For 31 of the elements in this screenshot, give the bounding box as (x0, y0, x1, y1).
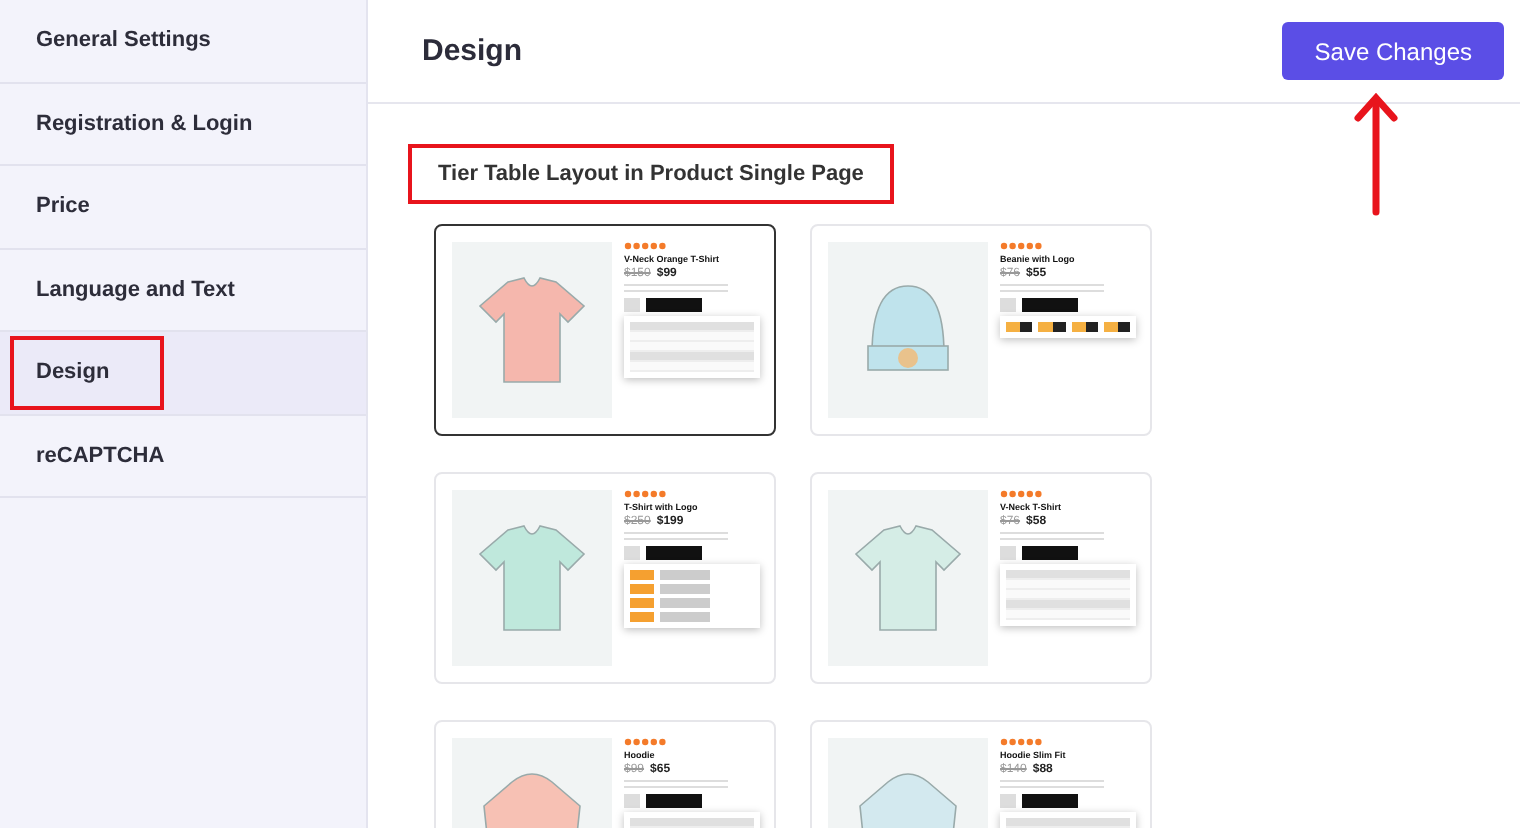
sidebar-item[interactable]: Registration & Login (0, 83, 366, 166)
add-to-cart-block (646, 546, 702, 560)
sidebar-item[interactable]: Design (0, 332, 366, 415)
arrow-up-icon (1352, 92, 1400, 216)
tier-table-preview (624, 316, 760, 378)
tier-list-preview (624, 564, 760, 628)
rating-stars-icon (624, 490, 668, 498)
add-to-cart-block (1022, 298, 1078, 312)
tier-table-preview (1000, 564, 1136, 626)
sidebar-item[interactable]: Price (0, 166, 366, 249)
add-to-cart-block (646, 794, 702, 808)
rating-stars-icon (1000, 738, 1044, 746)
sidebar-item[interactable]: reCAPTCHA (0, 415, 366, 498)
quantity-box (1000, 298, 1016, 312)
page-title: Design (422, 34, 523, 68)
add-to-cart-block (1022, 794, 1078, 808)
save-button[interactable]: Save Changes (1282, 22, 1504, 80)
quantity-box (624, 298, 640, 312)
section-title: Tier Table Layout in Product Single Page (408, 144, 894, 204)
tier-chips-preview (1000, 316, 1136, 338)
add-to-cart-block (1022, 546, 1078, 560)
rating-stars-icon (624, 738, 668, 746)
rating-stars-icon (1000, 490, 1044, 498)
sidebar-item[interactable]: General Settings (0, 0, 366, 83)
quantity-box (1000, 546, 1016, 560)
quantity-box (1000, 794, 1016, 808)
quantity-box (624, 546, 640, 560)
add-to-cart-block (646, 298, 702, 312)
rating-stars-icon (624, 242, 668, 250)
quantity-box (624, 794, 640, 808)
rating-stars-icon (1000, 242, 1044, 250)
